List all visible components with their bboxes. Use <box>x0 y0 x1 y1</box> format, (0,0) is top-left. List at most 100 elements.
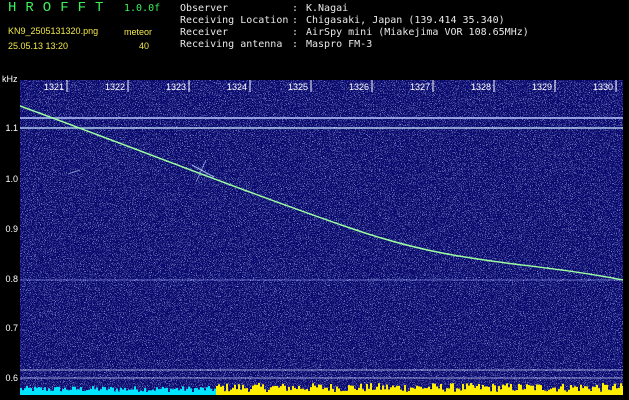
level-bar <box>124 387 126 395</box>
spectrogram: 1321 1322 1323 1324 1325 1326 1327 1328 1329 1330 <box>20 80 623 395</box>
level-bar <box>492 383 494 395</box>
level-bar <box>316 387 318 395</box>
level-bar <box>86 390 88 395</box>
level-bar <box>44 387 46 395</box>
level-bar <box>332 388 334 395</box>
level-bar <box>174 388 176 395</box>
level-bar <box>102 386 104 395</box>
level-bar <box>208 386 210 395</box>
freq-tick-label: 1.1 <box>5 123 18 133</box>
level-bar <box>300 388 302 395</box>
time-tick-label: 1321 <box>44 82 64 92</box>
level-bar <box>468 385 470 395</box>
level-bar <box>590 390 592 395</box>
level-bar <box>298 385 300 395</box>
level-bar <box>502 384 504 395</box>
level-bar <box>22 390 24 395</box>
freq-tick-label: 1.0 <box>5 174 18 184</box>
level-bar <box>196 388 198 395</box>
level-bar <box>476 385 478 395</box>
level-bar <box>524 389 526 395</box>
metadata-location: Receiving Location: Chigasaki, Japan (139… <box>180 15 505 26</box>
level-bar <box>402 390 404 395</box>
level-bar <box>104 387 106 395</box>
level-bar <box>582 388 584 395</box>
level-bar <box>64 387 66 395</box>
level-bar <box>26 386 28 395</box>
level-bar <box>292 385 294 395</box>
meta-sep: : <box>292 39 299 50</box>
level-bar <box>148 390 150 395</box>
level-bar <box>112 387 114 395</box>
level-bar <box>282 383 284 395</box>
level-bar <box>360 383 362 395</box>
level-bar <box>440 384 442 395</box>
level-bar <box>462 383 464 395</box>
level-bar <box>364 391 366 395</box>
level-bar <box>190 388 192 395</box>
level-bar <box>326 387 328 395</box>
level-bar <box>176 388 178 395</box>
level-bar <box>568 389 570 395</box>
level-bar <box>510 384 512 395</box>
level-bar <box>410 387 412 395</box>
level-bar <box>294 388 296 395</box>
level-bar <box>234 384 236 395</box>
time-tick-label: 1329 <box>532 82 552 92</box>
level-bar <box>344 390 346 395</box>
level-bar <box>220 386 222 395</box>
level-bar <box>526 384 528 395</box>
level-bar <box>94 389 96 395</box>
level-bar <box>194 388 196 395</box>
level-bar <box>226 383 228 395</box>
level-bar <box>380 389 382 395</box>
level-bar <box>38 387 40 395</box>
level-bar <box>350 385 352 395</box>
level-bar <box>98 390 100 395</box>
level-bar <box>50 390 52 395</box>
level-bar <box>118 391 120 395</box>
level-bar <box>322 389 324 395</box>
level-bar <box>74 386 76 395</box>
level-bar <box>138 391 140 395</box>
level-bar <box>572 387 574 395</box>
level-bar <box>552 387 554 395</box>
level-bar <box>434 383 436 395</box>
filename-label: KN9_2505131320.png <box>8 26 99 36</box>
level-bar <box>578 390 580 395</box>
level-bar <box>424 388 426 395</box>
level-bar <box>592 386 594 395</box>
level-bar <box>32 390 34 395</box>
level-bar <box>130 389 132 395</box>
level-bar <box>368 388 370 395</box>
level-bar <box>550 388 552 395</box>
level-bar <box>416 385 418 395</box>
level-bar <box>168 391 170 395</box>
level-bar <box>388 389 390 395</box>
level-bar <box>528 385 530 395</box>
level-bar <box>464 389 466 395</box>
level-bar <box>342 390 344 395</box>
level-bar <box>394 387 396 395</box>
level-bar <box>306 389 308 395</box>
level-bar <box>206 387 208 395</box>
level-bar <box>588 389 590 395</box>
level-bar <box>448 388 450 395</box>
level-bar <box>506 383 508 395</box>
level-bar <box>376 386 378 395</box>
level-bar <box>366 384 368 395</box>
level-bar <box>620 383 622 395</box>
level-bar <box>478 383 480 395</box>
level-bar <box>452 383 454 395</box>
level-bar <box>70 389 72 395</box>
level-bar <box>560 386 562 395</box>
level-bar <box>562 383 564 395</box>
level-bar <box>252 385 254 395</box>
level-bar <box>558 389 560 395</box>
level-bar <box>418 386 420 395</box>
level-bar <box>328 390 330 395</box>
level-bar <box>152 389 154 395</box>
level-bar <box>144 387 146 395</box>
level-bar <box>284 385 286 395</box>
metadata-antenna: Receiving antenna: Maspro FM-3 <box>180 39 372 50</box>
